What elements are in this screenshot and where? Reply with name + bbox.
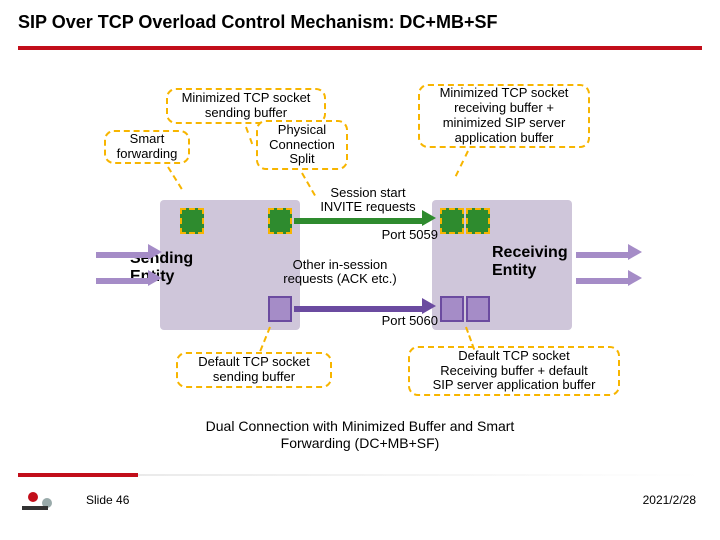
logo-bar	[22, 506, 48, 510]
label-port-5059: Port 5059	[358, 228, 438, 242]
arrow-out-bot	[576, 278, 630, 284]
callout-min-send-buffer: Minimized TCP socketsending buffer	[166, 88, 326, 124]
label-in-session: Other in-sessionrequests (ACK etc.)	[240, 258, 440, 287]
arrowhead-in-top	[148, 244, 162, 260]
arrow-in-bot	[96, 278, 150, 284]
slide-number: Slide 46	[86, 493, 129, 507]
arrowhead-port-5060	[422, 298, 436, 314]
leader-smart-fwd	[167, 166, 182, 189]
arrowhead-in-bot	[148, 270, 162, 286]
slide-date: 2021/2/28	[643, 493, 696, 507]
arrow-port-5059	[294, 218, 424, 224]
diagram-caption: Dual Connection with Minimized Buffer an…	[0, 418, 720, 452]
socket-recv-left-top-a	[440, 208, 464, 234]
arrow-out-top	[576, 252, 630, 258]
callout-default-send-buffer: Default TCP socketsending buffer	[176, 352, 332, 388]
callout-min-recv-buffer: Minimized TCP socketreceiving buffer +mi…	[418, 84, 590, 148]
arrow-in-top	[96, 252, 150, 258]
logo-dot-red	[28, 492, 38, 502]
socket-recv-left-bot-b	[466, 296, 490, 322]
arrowhead-out-bot	[628, 270, 642, 286]
leader-min-recv	[455, 151, 469, 177]
callout-default-recv-buffer: Default TCP socketReceiving buffer + def…	[408, 346, 620, 396]
label-port-5060: Port 5060	[358, 314, 438, 328]
socket-send-right-top	[268, 208, 292, 234]
socket-send-right-bot	[268, 296, 292, 322]
receiving-entity-label: ReceivingEntity	[492, 244, 568, 279]
label-session-start: Session startINVITE requests	[298, 186, 438, 215]
slide-title: SIP Over TCP Overload Control Mechanism:…	[18, 12, 497, 33]
callout-physical-connection-split: PhysicalConnectionSplit	[256, 120, 348, 170]
footer-logo	[22, 492, 62, 510]
arrowhead-out-top	[628, 244, 642, 260]
callout-smart-forwarding: Smartforwarding	[104, 130, 190, 164]
footer-rule	[18, 474, 702, 476]
socket-recv-left-top-b	[466, 208, 490, 234]
leader-def-send	[259, 327, 271, 352]
leader-min-send	[245, 127, 253, 145]
arrow-port-5060	[294, 306, 424, 312]
socket-recv-left-bot-a	[440, 296, 464, 322]
title-rule	[18, 46, 702, 50]
socket-send-inner-top	[180, 208, 204, 234]
